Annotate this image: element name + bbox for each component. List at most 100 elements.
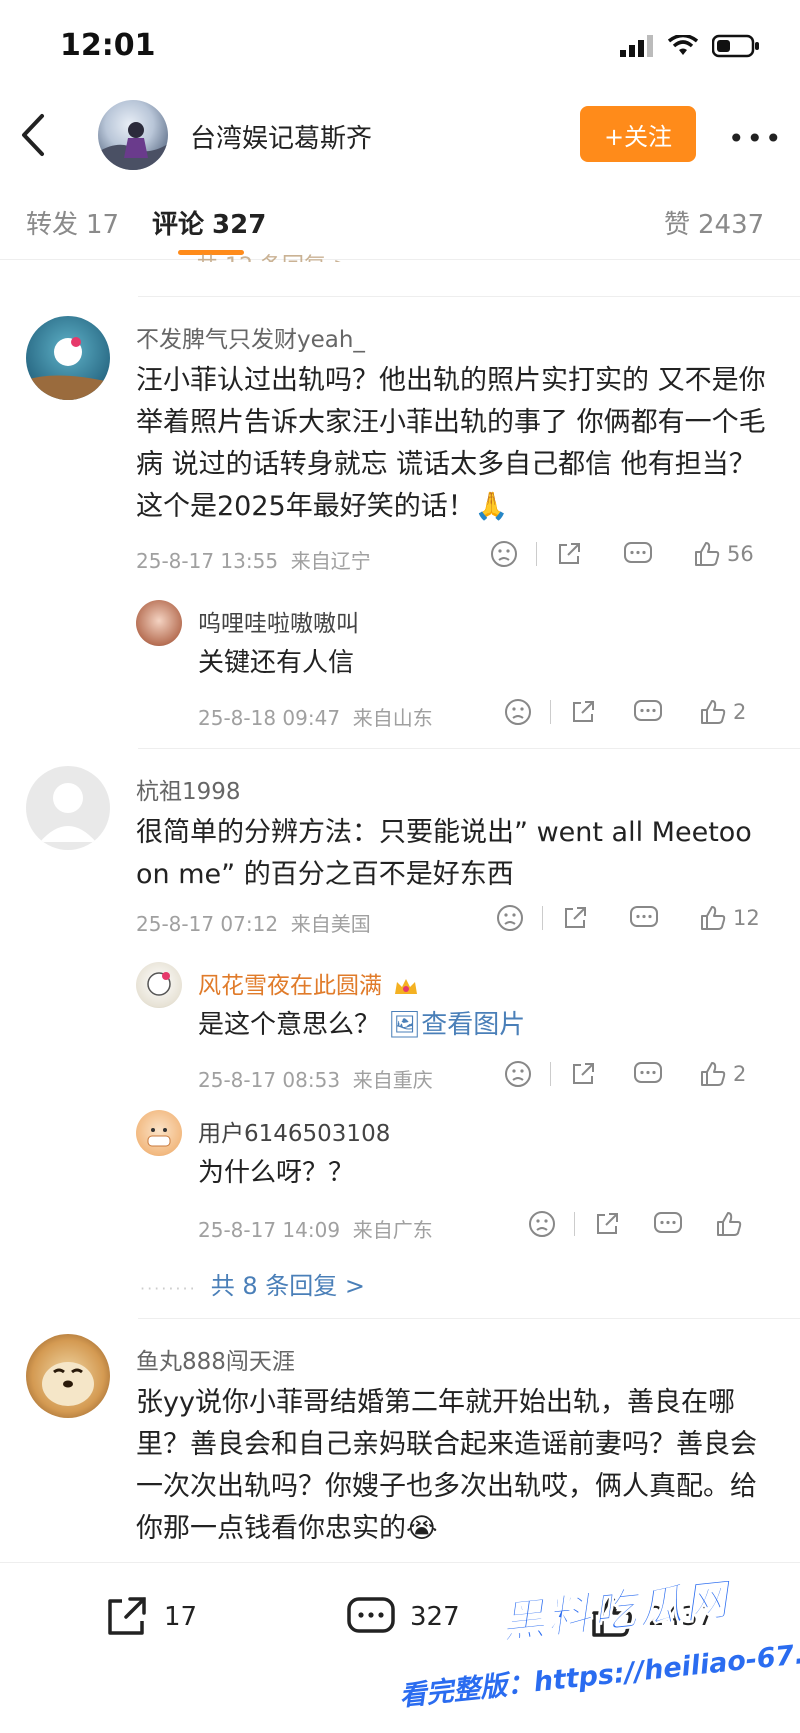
like-button[interactable]: 2 [699,1060,746,1088]
frown-icon [505,1061,531,1087]
comment-time: 25-8-17 13:55 [136,549,279,573]
reply-avatar[interactable] [136,962,182,1008]
dislike-button[interactable] [504,1060,532,1088]
comment-button[interactable]: 327 [346,1595,460,1639]
follow-button[interactable]: +关注 [580,106,696,162]
back-button[interactable] [18,112,58,162]
reply-actions: 2 [504,698,746,726]
reply-meta: 25-8-18 09:47 来自山东 [198,702,433,731]
wifi-icon [668,35,698,55]
tab-bar: 转发 17 评论 327 赞 2437 [0,180,800,260]
reply-user-name[interactable]: 呜哩哇啦嗷嗷叫 [198,604,359,638]
share-icon [573,1063,594,1084]
author-name[interactable]: 台湾娱记葛斯齐 [190,118,372,155]
author-avatar[interactable] [98,100,168,170]
tab-likes-count: 2437 [698,210,765,240]
frown-icon [491,541,517,567]
reply-user-name[interactable]: 风花雪夜在此圆满 [198,966,419,1000]
header: 台湾娱记葛斯齐 +关注 ••• [0,100,800,178]
status-bar: 12:01 [0,0,800,100]
commenter-name[interactable]: 杭祖1998 [136,772,241,806]
share-button[interactable] [561,904,589,932]
like-button[interactable]: 12 [699,904,760,932]
default-user-icon [40,783,96,842]
repost-button[interactable]: 17 [104,1595,197,1639]
like-count: 2 [733,1062,747,1086]
battery-icon [712,34,759,58]
dislike-button[interactable] [496,904,524,932]
more-replies-link[interactable]: ········ 共 8 条回复 > [140,1266,365,1301]
reply-location: 来自山东 [352,706,433,730]
dislike-button[interactable] [490,540,518,568]
tab-repost[interactable]: 转发 17 [26,204,119,241]
comment-icon [347,1597,395,1633]
tab-repost-count: 17 [86,210,120,240]
like-count: 56 [727,542,754,566]
tab-likes[interactable]: 赞 2437 [664,204,764,241]
dislike-button[interactable] [504,698,532,726]
commenter-avatar[interactable] [26,316,110,400]
tab-comments[interactable]: 评论 327 [152,204,266,241]
thumbs-up-icon [695,542,720,566]
reply-button[interactable] [653,1210,683,1238]
reply-button[interactable] [633,698,663,726]
view-image-link[interactable]: 🖼查看图片 [388,1010,525,1040]
comment-meta: 25-8-17 13:55 来自辽宁 [136,545,371,574]
like-button[interactable]: 2 [699,698,746,726]
frown-icon [505,699,531,725]
reply-user-name[interactable]: 用户6146503108 [198,1114,390,1148]
like-count: 2 [733,700,747,724]
more-options-button[interactable]: ••• [728,122,784,155]
share-button[interactable] [555,540,583,568]
reply-button[interactable] [633,1060,663,1088]
share-icon [559,543,580,564]
reply-text-content: 是这个意思么？ [198,1010,381,1040]
reply-button[interactable] [623,540,653,568]
repost-count: 17 [164,1602,198,1632]
commenter-avatar[interactable] [26,766,110,850]
comment-actions: 56 [490,540,754,568]
share-icon [565,907,586,928]
tab-likes-label: 赞 [664,210,691,240]
share-button[interactable] [593,1210,621,1238]
previous-replies-link[interactable]: 共 12 条回复 > [196,248,351,262]
share-button[interactable] [569,698,597,726]
signal-icon [620,35,653,57]
more-replies-label: 共 8 条回复 > [210,1272,365,1300]
frown-icon [529,1211,555,1237]
reply-time: 25-8-17 08:53 [198,1068,341,1092]
reply-avatar[interactable] [136,1110,182,1156]
frown-icon [497,905,523,931]
reply-time: 25-8-18 09:47 [198,706,341,730]
chevron-left-icon [22,114,44,156]
dislike-button[interactable] [528,1210,556,1238]
comment-meta: 25-8-17 07:12 来自美国 [136,908,371,937]
commenter-avatar[interactable] [26,1334,110,1418]
divider [138,748,800,749]
comment-text: 张yy说你小菲哥结婚第二年就开始出轨，善良在哪里？善良会和自己亲妈联合起来造谣前… [136,1387,757,1544]
commenter-name[interactable]: 鱼丸888闯天涯 [136,1342,295,1376]
thumbs-up-icon [701,700,726,724]
reply-actions: 2 [504,1060,746,1088]
comment-time: 25-8-17 07:12 [136,912,279,936]
like-button[interactable]: 56 [693,540,754,568]
reply-meta: 25-8-17 14:09 来自广东 [198,1214,433,1243]
like-button[interactable] [715,1210,743,1238]
thumbs-up-icon [717,1212,742,1236]
share-button[interactable] [569,1060,597,1088]
comment-icon [634,700,662,721]
reply-text: 关键还有人信 [198,648,355,678]
reply-avatar[interactable] [136,600,182,646]
reply-button[interactable] [629,904,659,932]
status-icons [620,34,760,58]
dots-decoration: ········ [140,1279,197,1298]
commenter-name[interactable]: 不发脾气只发财yeah_ [136,320,365,354]
comment-location: 来自美国 [290,912,371,936]
crown-badge-icon [395,978,418,994]
reply-location: 来自重庆 [352,1068,433,1092]
reply-text: 是这个意思么？ 🖼查看图片 [198,1004,525,1046]
blurred-overlay [472,588,800,670]
reply-actions [528,1210,743,1238]
comment-icon [634,1062,662,1083]
comment-location: 来自辽宁 [290,549,371,573]
